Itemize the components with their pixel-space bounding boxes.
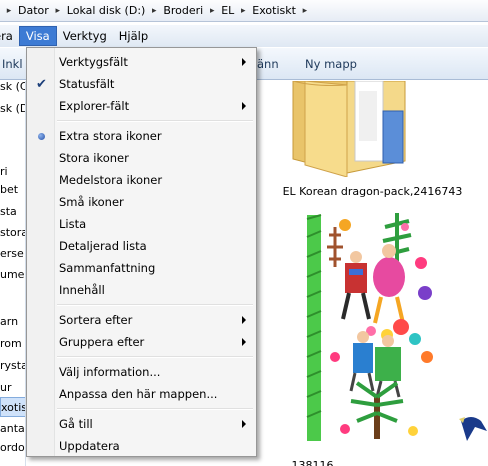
- nav-tree-item[interactable]: erse n: [0, 243, 25, 263]
- menu-hjalp[interactable]: Hjälp: [113, 26, 154, 46]
- menu-item-label: Sortera efter: [59, 313, 133, 327]
- breadcrumb-item[interactable]: Broderi: [161, 4, 205, 17]
- menu-separator: [57, 120, 253, 122]
- menu-item-lista[interactable]: Lista: [29, 213, 254, 235]
- menu-item-gruppera-efter[interactable]: Gruppera efter: [29, 331, 254, 353]
- menu-separator: [57, 356, 253, 358]
- nav-tree-item[interactable]: rom: [0, 333, 25, 353]
- breadcrumb-chevron-icon[interactable]: ▸: [2, 6, 16, 16]
- submenu-arrow-icon: [242, 316, 246, 324]
- nav-tree-item[interactable]: stora: [0, 222, 25, 242]
- menu-item-label: Små ikoner: [59, 195, 124, 209]
- nav-tree-item[interactable]: ordon: [0, 437, 25, 457]
- menu-item-medelstora-ikoner[interactable]: Medelstora ikoner: [29, 169, 254, 191]
- menu-item-detaljerad-lista[interactable]: Detaljerad lista: [29, 235, 254, 257]
- address-breadcrumb: ▸ Dator ▸ Lokal disk (D:) ▸ Broderi ▸ EL ▸ Exotis…: [0, 0, 488, 22]
- menu-item-statusfalt[interactable]: ✔ Statusfält: [29, 73, 254, 95]
- menu-item-label: Verktygsfält: [59, 55, 128, 69]
- menu-item-stora-ikoner[interactable]: Stora ikoner: [29, 147, 254, 169]
- share-button[interactable]: änn: [257, 57, 279, 71]
- submenu-arrow-icon: [242, 58, 246, 66]
- navigation-pane: sk (C sk (D ribetstastoraerse nume arnromry…: [0, 81, 26, 466]
- breadcrumb-chevron-icon[interactable]: ▸: [298, 6, 312, 16]
- menu-visa[interactable]: Visa: [18, 26, 57, 46]
- menu-item-label: Lista: [59, 217, 87, 231]
- menu-item-label: Stora ikoner: [59, 151, 129, 165]
- menu-arkiv[interactable]: era: [0, 26, 19, 46]
- breadcrumb-item[interactable]: EL: [219, 4, 236, 17]
- menu-item-sma-ikoner[interactable]: Små ikoner: [29, 191, 254, 213]
- menu-item-extra-stora-ikoner[interactable]: Extra stora ikoner: [29, 125, 254, 147]
- file-view: EL Korean dragon-pack,2416743 138116: [257, 81, 488, 466]
- new-folder-button[interactable]: Ny mapp: [305, 57, 357, 71]
- visa-menu: Verktygsfält ✔ Statusfält Explorer-fält Extr…: [26, 47, 257, 457]
- nav-tree-item[interactable]: sk (C: [0, 81, 25, 96]
- menu-item-label: Statusfält: [59, 77, 115, 91]
- menu-item-label: Anpassa den här mappen...: [59, 387, 218, 401]
- menu-item-ga-till[interactable]: Gå till: [29, 413, 254, 435]
- submenu-arrow-icon: [242, 420, 246, 428]
- nav-tree-item[interactable]: sta: [0, 201, 25, 221]
- menu-item-label: Detaljerad lista: [59, 239, 147, 253]
- menu-separator: [57, 304, 253, 306]
- include-in-library-button[interactable]: Inkl: [2, 57, 23, 71]
- menu-item-explorer-falt[interactable]: Explorer-fält: [29, 95, 254, 117]
- checkmark-icon: ✔: [36, 76, 47, 92]
- menu-item-sammanfattning[interactable]: Sammanfattning: [29, 257, 254, 279]
- menu-item-label: Innehåll: [59, 283, 105, 297]
- menu-item-uppdatera[interactable]: Uppdatera: [29, 435, 254, 457]
- menu-item-anpassa-mappen[interactable]: Anpassa den här mappen...: [29, 383, 254, 405]
- menu-item-label: Gruppera efter: [59, 335, 145, 349]
- submenu-arrow-icon: [242, 102, 246, 110]
- breadcrumb-chevron-icon[interactable]: ▸: [236, 6, 250, 16]
- menu-item-verktygsfalt[interactable]: Verktygsfält: [29, 51, 254, 73]
- nav-tree-item[interactable]: ume: [0, 264, 25, 284]
- menu-item-label: Sammanfattning: [59, 261, 156, 275]
- nav-tree-item[interactable]: xotisk: [0, 397, 25, 417]
- nav-tree-item[interactable]: sk (D: [0, 98, 25, 118]
- breadcrumb-item[interactable]: Dator: [16, 4, 51, 17]
- submenu-arrow-icon: [242, 338, 246, 346]
- menu-item-label: Explorer-fält: [59, 99, 130, 113]
- menu-item-valj-information[interactable]: Välj information...: [29, 361, 254, 383]
- menu-item-label: Välj information...: [59, 365, 161, 379]
- bird-thumbnail[interactable]: [457, 411, 488, 447]
- folder-icon[interactable]: [285, 81, 425, 177]
- menu-item-label: Extra stora ikoner: [59, 129, 162, 143]
- nav-tree-item[interactable]: rystal: [0, 355, 25, 375]
- folder-label[interactable]: EL Korean dragon-pack,2416743: [257, 185, 488, 198]
- menu-separator: [57, 408, 253, 410]
- menu-item-innehall[interactable]: Innehåll: [29, 279, 254, 301]
- embroidery-thumbnail[interactable]: [305, 207, 445, 445]
- breadcrumb-item[interactable]: Exotiskt: [250, 4, 298, 17]
- menu-item-label: Uppdatera: [59, 439, 120, 453]
- breadcrumb-chevron-icon[interactable]: ▸: [147, 6, 161, 16]
- breadcrumb-chevron-icon[interactable]: ▸: [51, 6, 65, 16]
- menu-verktyg[interactable]: Verktyg: [57, 26, 113, 46]
- radio-dot-icon: [38, 132, 45, 140]
- nav-tree-item[interactable]: arn: [0, 311, 25, 331]
- breadcrumb-item[interactable]: Lokal disk (D:): [65, 4, 148, 17]
- nav-tree-item[interactable]: ri: [0, 161, 25, 181]
- menu-bar: eraVisaVerktygHjälp: [0, 25, 488, 47]
- nav-tree-item[interactable]: ur: [0, 377, 25, 397]
- file-label[interactable]: 138116: [197, 459, 428, 466]
- breadcrumb-chevron-icon[interactable]: ▸: [205, 6, 219, 16]
- menu-item-sortera-efter[interactable]: Sortera efter: [29, 309, 254, 331]
- menu-item-label: Gå till: [59, 417, 93, 431]
- nav-tree-item[interactable]: antas: [0, 418, 25, 438]
- menu-item-label: Medelstora ikoner: [59, 173, 163, 187]
- nav-tree-item[interactable]: bet: [0, 179, 25, 199]
